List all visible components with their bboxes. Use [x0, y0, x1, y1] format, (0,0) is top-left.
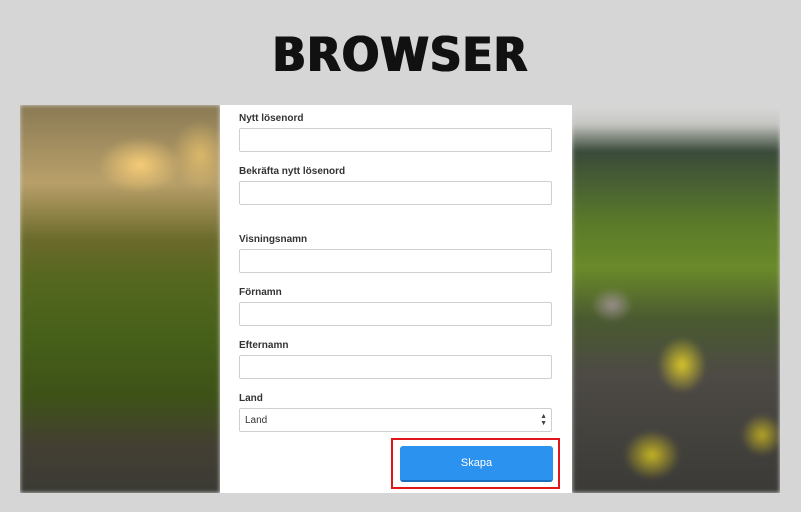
background-photo-left	[20, 105, 220, 493]
display-name-field[interactable]	[239, 249, 552, 273]
signup-form: Nytt lösenord Bekräfta nytt lösenord Vis…	[220, 105, 572, 493]
create-button[interactable]: Skapa	[400, 446, 553, 482]
country-label: Land	[239, 393, 263, 404]
browser-logo: BROWSER	[272, 27, 529, 84]
confirm-password-label: Bekräfta nytt lösenord	[239, 166, 346, 177]
new-password-field[interactable]	[239, 128, 552, 152]
first-name-label: Förnamn	[239, 287, 282, 298]
signup-stage: Nytt lösenord Bekräfta nytt lösenord Vis…	[20, 105, 780, 493]
new-password-label: Nytt lösenord	[239, 113, 304, 124]
select-arrows-icon: ▲ ▼	[540, 413, 547, 427]
country-select-value: Land	[245, 415, 268, 426]
first-name-field[interactable]	[239, 302, 552, 326]
country-select[interactable]: Land ▲ ▼	[239, 408, 552, 432]
display-name-label: Visningsnamn	[239, 234, 308, 245]
last-name-field[interactable]	[239, 355, 552, 379]
last-name-label: Efternamn	[239, 340, 289, 351]
background-photo-right	[572, 105, 780, 493]
confirm-password-field[interactable]	[239, 181, 552, 205]
